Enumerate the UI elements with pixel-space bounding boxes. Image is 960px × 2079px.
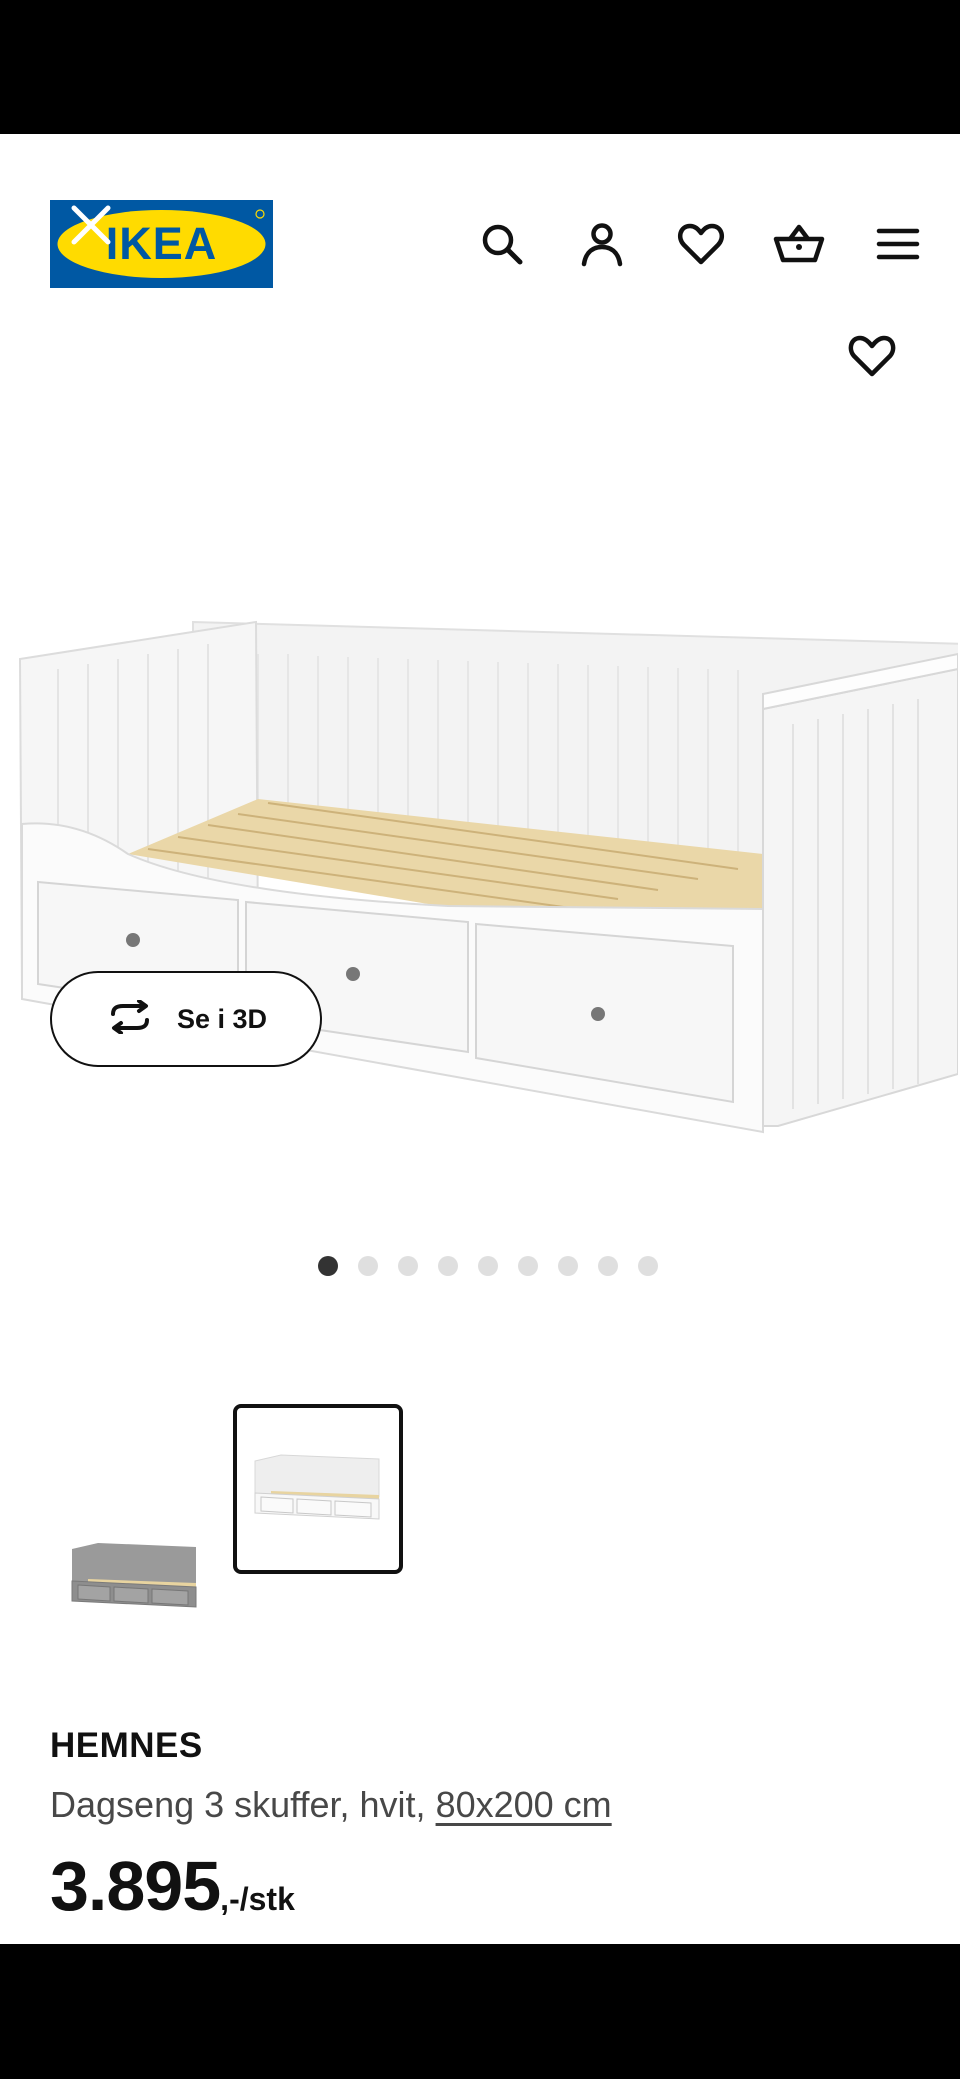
pagination-dot[interactable]	[598, 1256, 618, 1276]
pagination-dot[interactable]	[398, 1256, 418, 1276]
pagination-dot[interactable]	[638, 1256, 658, 1276]
price-suffix: ,-/stk	[220, 1881, 295, 1917]
product-price: 3.895,-/stk	[50, 1846, 295, 1926]
view-in-3d-button[interactable]: Se i 3D	[50, 971, 322, 1067]
pagination-dot[interactable]	[438, 1256, 458, 1276]
pagination-dot[interactable]	[518, 1256, 538, 1276]
basket-icon[interactable]	[773, 218, 825, 270]
save-to-list-heart-icon[interactable]	[846, 330, 898, 382]
pagination-dot[interactable]	[558, 1256, 578, 1276]
variant-thumbnail-grey[interactable]	[50, 1492, 220, 1662]
pagination-dot[interactable]	[358, 1256, 378, 1276]
pagination-dot[interactable]	[318, 1256, 338, 1276]
view-in-3d-label: Se i 3D	[176, 1003, 268, 1034]
product-description-text: Dagseng 3 skuffer, hvit,	[50, 1784, 436, 1825]
price-integer: 3.895	[50, 1847, 221, 1925]
variant-thumbnail-white[interactable]	[233, 1404, 403, 1574]
search-icon[interactable]	[476, 218, 528, 270]
svg-text:IKEA: IKEA	[106, 218, 218, 269]
menu-icon[interactable]	[872, 218, 924, 270]
screen: IKEA Se i 3D HEMNES Dagseng 3 skuffer, h…	[0, 134, 960, 1944]
pagination-dot[interactable]	[478, 1256, 498, 1276]
product-description: Dagseng 3 skuffer, hvit, 80x200 cm	[50, 1784, 612, 1826]
close-icon[interactable]	[66, 200, 116, 250]
size-link[interactable]: 80x200 cm	[436, 1784, 612, 1825]
rotate-3d-icon	[105, 998, 155, 1039]
image-pagination-dots	[318, 1256, 658, 1276]
wishlist-heart-icon[interactable]	[675, 218, 727, 270]
product-name: HEMNES	[50, 1726, 203, 1765]
account-icon[interactable]	[576, 218, 628, 270]
